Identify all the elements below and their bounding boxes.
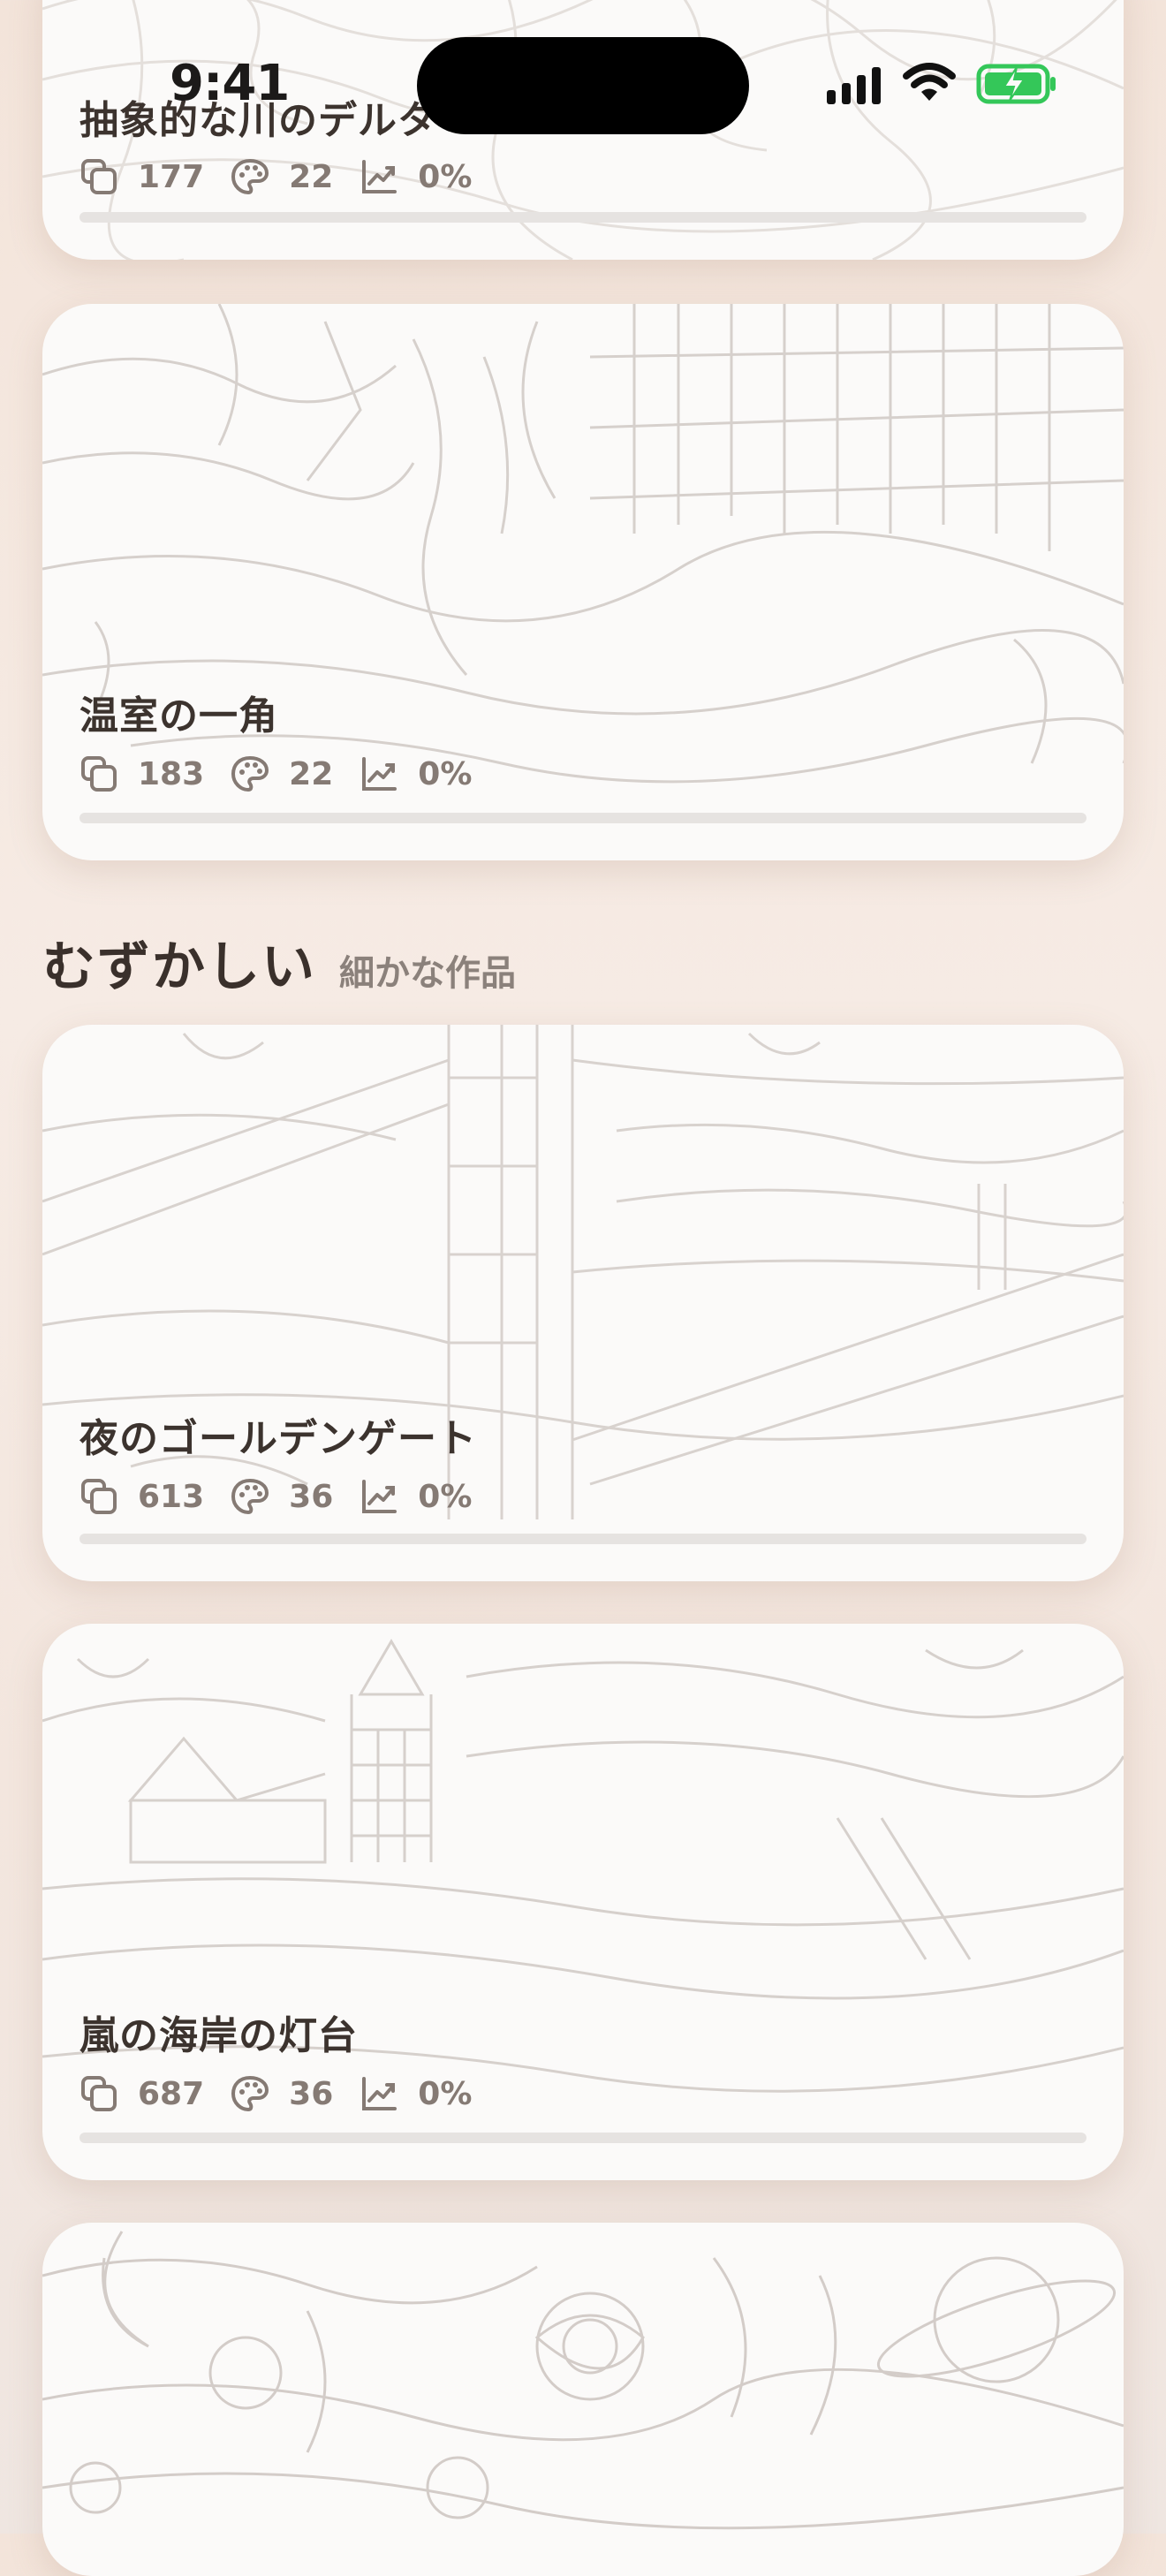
colors-count: 36 — [289, 2075, 334, 2112]
progress-percent: 0% — [418, 2075, 473, 2112]
shapes-icon — [80, 754, 118, 793]
shapes-count: 183 — [138, 755, 205, 792]
trend-icon — [360, 2074, 398, 2113]
palette-icon — [231, 754, 269, 793]
colors-count: 36 — [289, 1478, 334, 1515]
progress-bar — [80, 2133, 1086, 2143]
trend-icon — [360, 754, 398, 793]
shapes-icon — [80, 1477, 118, 1516]
shapes-icon — [80, 2074, 118, 2113]
progress-percent: 0% — [418, 1478, 473, 1515]
shapes-count: 687 — [138, 2075, 205, 2112]
palette-icon — [231, 1477, 269, 1516]
artwork-card[interactable] — [42, 2223, 1124, 2576]
card-stats: 687 36 0% — [80, 2072, 498, 2115]
section-title: むずかしい — [42, 936, 316, 998]
progress-percent: 0% — [418, 755, 473, 792]
progress-bar — [80, 212, 1086, 223]
section-subtitle: 細かな作品 — [339, 953, 516, 994]
shapes-count: 613 — [138, 1478, 205, 1515]
section-header: むずかしい 細かな作品 — [42, 924, 516, 1001]
battery-icon — [976, 64, 1057, 108]
progress-bar — [80, 1534, 1086, 1544]
card-stats: 183 22 0% — [80, 753, 498, 795]
cellular-signal-icon — [827, 67, 881, 104]
palette-icon — [231, 2074, 269, 2113]
artwork-card[interactable]: 嵐の海岸の灯台 687 36 0% — [42, 1624, 1124, 2180]
card-title: 夜のゴールデンゲート — [80, 1416, 477, 1461]
status-bar: 9:41 — [0, 0, 1166, 177]
progress-bar — [80, 813, 1086, 823]
card-title: 嵐の海岸の灯台 — [80, 2013, 358, 2058]
card-title: 温室の一角 — [80, 693, 278, 739]
artwork-card[interactable]: 夜のゴールデンゲート 613 36 0% — [42, 1025, 1124, 1581]
artwork-preview — [42, 2231, 1124, 2530]
status-time: 9:41 — [170, 55, 290, 112]
dynamic-island — [417, 37, 749, 134]
colors-count: 22 — [289, 755, 334, 792]
wifi-icon — [903, 62, 956, 106]
trend-icon — [360, 1477, 398, 1516]
artwork-card[interactable]: 温室の一角 183 22 0% — [42, 304, 1124, 860]
card-stats: 613 36 0% — [80, 1475, 498, 1518]
